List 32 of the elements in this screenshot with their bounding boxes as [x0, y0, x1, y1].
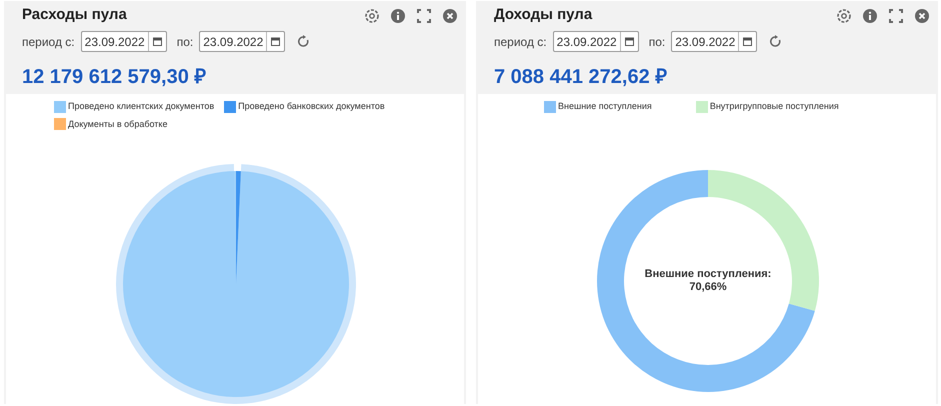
- period-to-label: по:: [648, 34, 666, 50]
- period-from-label: период с:: [494, 34, 547, 50]
- info-icon[interactable]: [862, 8, 878, 24]
- info-icon[interactable]: [390, 8, 406, 24]
- total-amount: 7 088 441 272,62 ₽: [494, 66, 668, 88]
- donut-center-label: Внешние поступления: 70,66%: [644, 268, 772, 294]
- refresh-icon[interactable]: [769, 35, 782, 48]
- date-field[interactable]: 23.09.2022: [80, 31, 167, 52]
- settings-icon[interactable]: [836, 8, 852, 24]
- close-icon[interactable]: [914, 8, 930, 24]
- period-from-label: период с:: [22, 34, 75, 50]
- date-field[interactable]: 23.09.2022: [199, 31, 286, 52]
- widget-title: Доходы пула: [494, 5, 592, 26]
- widget-title: Расходы пула: [22, 5, 127, 26]
- period-to-label: по:: [176, 34, 194, 50]
- date-field[interactable]: 23.09.2022: [552, 31, 639, 52]
- calendar-icon[interactable]: [152, 37, 162, 46]
- legend-label[interactable]: Внутригрупповые поступления: [710, 100, 839, 114]
- total-amount: 12 179 612 579,30 ₽: [22, 66, 206, 88]
- legend-label[interactable]: Проведено банковских документов: [238, 100, 385, 114]
- settings-icon[interactable]: [364, 8, 380, 24]
- date-field[interactable]: 23.09.2022: [671, 31, 758, 52]
- legend-label[interactable]: Документы в обработке: [68, 118, 168, 131]
- refresh-icon[interactable]: [297, 35, 310, 48]
- legend-label[interactable]: Проведено клиентских документов: [68, 100, 214, 114]
- legend-label[interactable]: Внешние поступления: [558, 100, 652, 114]
- calendar-icon[interactable]: [271, 37, 280, 46]
- close-icon[interactable]: [442, 8, 458, 24]
- calendar-icon[interactable]: [624, 37, 634, 46]
- fullscreen-icon[interactable]: [888, 8, 904, 24]
- fullscreen-icon[interactable]: [416, 8, 432, 24]
- calendar-icon[interactable]: [743, 37, 752, 46]
